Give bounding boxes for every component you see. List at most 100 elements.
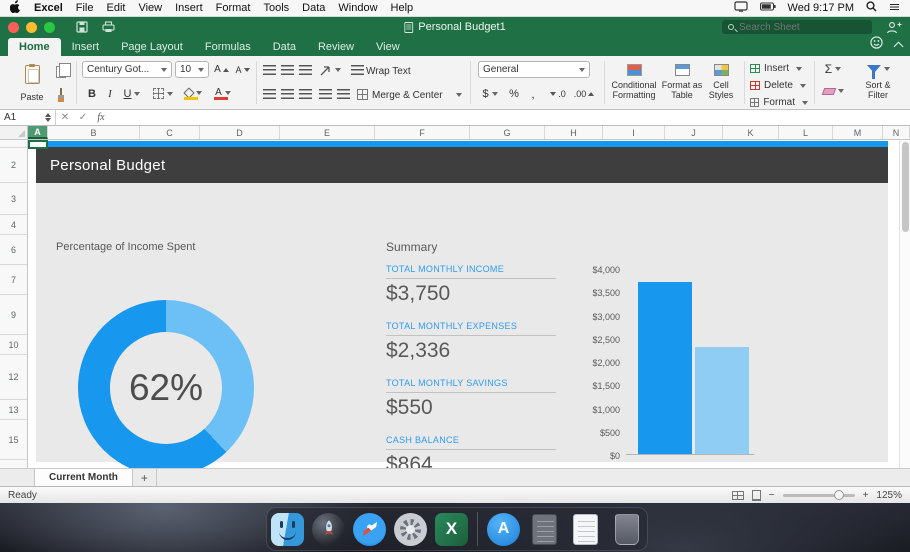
align-right-button[interactable] — [298, 87, 313, 101]
launchpad-dock-icon[interactable] — [311, 512, 346, 547]
wrap-text-label[interactable]: Wrap Text — [366, 66, 421, 78]
share-contact-icon[interactable] — [886, 21, 902, 34]
delete-cells-button[interactable]: Delete — [750, 78, 808, 93]
row-header[interactable]: 2 — [0, 148, 27, 183]
zoom-out-button[interactable]: − — [769, 490, 775, 501]
paste-button[interactable] — [12, 60, 52, 88]
row-header[interactable]: 12 — [0, 355, 27, 400]
safari-dock-icon[interactable] — [352, 512, 387, 547]
minimize-window-button[interactable] — [26, 22, 37, 33]
menu-item-window[interactable]: Window — [338, 2, 377, 14]
search-sheet-box[interactable] — [722, 20, 872, 34]
donut-chart[interactable]: 62% — [78, 300, 254, 476]
bar-chart-plot[interactable] — [626, 271, 754, 455]
copy-button[interactable] — [52, 64, 70, 80]
menu-item-data[interactable]: Data — [302, 2, 325, 14]
menu-item-edit[interactable]: Edit — [106, 2, 125, 14]
feedback-smiley-icon[interactable] — [870, 36, 883, 54]
cell-styles-button[interactable] — [706, 62, 736, 78]
menu-bar-clock[interactable]: Wed 9:17 PM — [788, 2, 854, 14]
zoom-level[interactable]: 125% — [876, 490, 902, 501]
row-header[interactable]: 10 — [0, 335, 27, 355]
column-header[interactable]: E — [280, 126, 375, 139]
trash-dock-icon[interactable] — [609, 512, 644, 547]
align-top-button[interactable] — [262, 63, 277, 77]
column-header[interactable]: N — [883, 126, 910, 139]
autosum-button[interactable]: Σ — [820, 61, 846, 77]
zoom-slider-knob[interactable] — [834, 490, 844, 500]
tab-insert[interactable]: Insert — [61, 38, 111, 56]
row-header[interactable]: 15 — [0, 420, 27, 460]
align-bottom-button[interactable] — [298, 63, 313, 77]
bar[interactable] — [638, 282, 692, 454]
collapse-ribbon-chevron[interactable] — [894, 42, 904, 52]
tab-home[interactable]: Home — [8, 38, 61, 56]
format-as-table-label[interactable]: Format as Table — [660, 80, 704, 101]
add-sheet-button[interactable]: + — [133, 469, 157, 486]
confirm-entry-button[interactable]: ✓ — [74, 112, 92, 123]
bold-button[interactable]: B — [84, 85, 100, 102]
insert-cells-button[interactable]: Insert — [750, 61, 808, 76]
comma-format-button[interactable]: , — [526, 85, 540, 102]
orientation-button[interactable] — [318, 63, 342, 77]
number-format-combo[interactable]: General — [478, 61, 590, 78]
italic-button[interactable]: I — [102, 85, 118, 102]
merge-center-dropdown[interactable] — [452, 90, 462, 100]
zoom-in-button[interactable]: + — [863, 490, 869, 501]
column-header[interactable]: C — [140, 126, 200, 139]
spotlight-icon[interactable] — [866, 1, 877, 15]
worksheet[interactable]: Personal Budget Percentage of Income Spe… — [28, 140, 910, 468]
sort-filter-button[interactable] — [854, 61, 902, 77]
font-color-button[interactable]: A — [210, 83, 236, 102]
conditional-formatting-button[interactable] — [612, 62, 656, 78]
name-box[interactable]: A1 — [0, 110, 56, 125]
column-header[interactable]: H — [545, 126, 603, 139]
column-header[interactable]: L — [779, 126, 833, 139]
row-header[interactable]: 7 — [0, 265, 27, 295]
format-painter-button[interactable] — [54, 88, 68, 104]
tab-review[interactable]: Review — [307, 38, 365, 56]
currency-format-button[interactable]: $ — [478, 85, 502, 102]
underline-button[interactable]: U — [120, 85, 144, 102]
row-header[interactable]: 4 — [0, 215, 27, 235]
insert-function-button[interactable]: fx — [92, 112, 110, 123]
menu-item-tools[interactable]: Tools — [263, 2, 289, 14]
decrease-indent-button[interactable] — [318, 87, 333, 101]
wrap-text-icon-button[interactable] — [350, 63, 364, 77]
menu-item-view[interactable]: View — [138, 2, 162, 14]
row-header[interactable]: 13 — [0, 400, 27, 420]
close-window-button[interactable] — [8, 22, 19, 33]
print-button[interactable] — [102, 21, 115, 33]
decrease-font-size-button[interactable]: A — [233, 61, 252, 78]
column-header-a[interactable]: A — [28, 126, 48, 139]
column-header[interactable]: K — [723, 126, 779, 139]
align-center-button[interactable] — [280, 87, 295, 101]
decrease-decimal-button[interactable]: .0 — [546, 85, 570, 102]
font-name-combo[interactable]: Century Got... — [82, 61, 172, 78]
normal-view-button[interactable] — [732, 491, 744, 500]
increase-decimal-button[interactable]: .00 — [572, 85, 596, 102]
tab-formulas[interactable]: Formulas — [194, 38, 262, 56]
column-header[interactable]: I — [603, 126, 665, 139]
bar[interactable] — [695, 347, 749, 454]
format-as-table-button[interactable] — [662, 62, 702, 78]
select-all-corner[interactable] — [0, 126, 28, 139]
tab-page-layout[interactable]: Page Layout — [110, 38, 194, 56]
zoom-window-button[interactable] — [44, 22, 55, 33]
merge-center-icon-button[interactable] — [356, 87, 369, 101]
save-button[interactable] — [76, 21, 88, 33]
row-header[interactable]: 3 — [0, 183, 27, 215]
formula-input[interactable] — [110, 110, 910, 125]
vertical-scrollbar[interactable] — [899, 140, 910, 468]
column-header[interactable]: D — [200, 126, 280, 139]
app-store-dock-icon[interactable]: A — [486, 512, 521, 547]
active-cell-selection[interactable] — [28, 140, 48, 149]
align-left-button[interactable] — [262, 87, 277, 101]
sort-filter-label[interactable]: Sort & Filter — [856, 80, 900, 101]
merge-center-label[interactable]: Merge & Center — [372, 90, 452, 102]
column-header[interactable]: B — [48, 126, 140, 139]
battery-icon[interactable] — [760, 2, 776, 14]
tab-data[interactable]: Data — [262, 38, 307, 56]
display-menu-icon[interactable] — [734, 1, 748, 15]
clear-button[interactable] — [820, 83, 846, 99]
